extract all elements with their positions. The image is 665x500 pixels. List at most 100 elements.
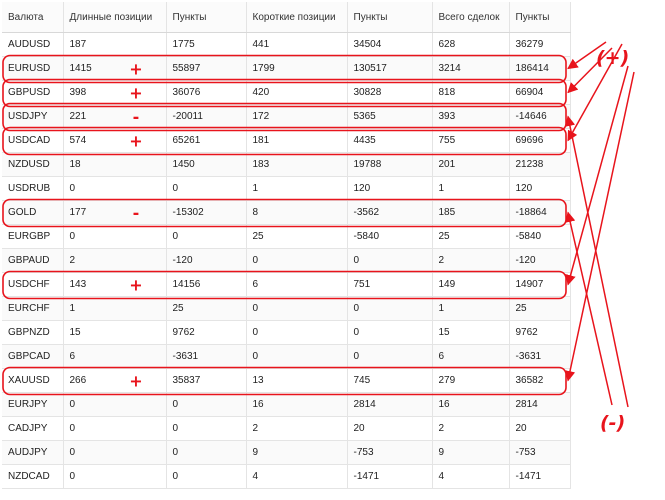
positions-table: Валюта Длинные позиции Пункты Короткие п… <box>2 2 571 489</box>
table-row[interactable]: NZDUSD 18 1450 183 19788 201 21238 <box>2 152 571 177</box>
header-short-points[interactable]: Пункты <box>347 2 433 33</box>
cell-total-trades: 25 <box>432 224 510 249</box>
cell-total-trades: 185 <box>432 200 510 225</box>
table-row[interactable]: GOLD 177 -15302 8 -3562 185 -18864 <box>2 200 571 225</box>
cell-total-points: -3631 <box>509 344 571 369</box>
cell-short-points: 30828 <box>347 80 433 105</box>
cell-short-points: -1471 <box>347 464 433 489</box>
cell-short-positions: 1799 <box>246 56 348 81</box>
table-row[interactable]: USDCHF 143 14156 6 751 149 14907 <box>2 272 571 297</box>
cell-currency: GBPAUD <box>2 248 64 273</box>
table-row[interactable]: NZDCAD 0 0 4 -1471 4 -1471 <box>2 464 571 489</box>
table-row[interactable]: EURGBP 0 0 25 -5840 25 -5840 <box>2 224 571 249</box>
cell-short-positions: 1 <box>246 176 348 201</box>
cell-long-positions: 0 <box>63 416 167 441</box>
cell-long-points: 0 <box>166 464 247 489</box>
table-row[interactable]: EURUSD 1415 55897 1799 130517 3214 186414 <box>2 56 571 81</box>
table-row[interactable]: USDJPY 221 -20011 172 5365 393 -14646 <box>2 104 571 129</box>
header-total-points[interactable]: Пункты <box>509 2 571 33</box>
cell-total-trades: 4 <box>432 464 510 489</box>
cell-long-positions: 574 <box>63 128 167 153</box>
cell-currency: GBPUSD <box>2 80 64 105</box>
table-body: AUDUSD 187 1775 441 34504 628 36279 EURUSD 1415 5… <box>2 32 571 489</box>
header-total-trades[interactable]: Всего сделок <box>432 2 510 33</box>
cell-total-trades: 6 <box>432 344 510 369</box>
cell-long-positions: 15 <box>63 320 167 345</box>
cell-long-positions: 266 <box>63 368 167 393</box>
cell-short-points: 19788 <box>347 152 433 177</box>
cell-total-points: -120 <box>509 248 571 273</box>
cell-short-positions: 0 <box>246 344 348 369</box>
cell-short-positions: 181 <box>246 128 348 153</box>
table-row[interactable]: CADJPY 0 0 2 20 2 20 <box>2 416 571 441</box>
table-row[interactable]: USDRUB 0 0 1 120 1 120 <box>2 176 571 201</box>
header-currency[interactable]: Валюта <box>2 2 64 33</box>
table-row[interactable]: AUDJPY 0 0 9 -753 9 -753 <box>2 440 571 465</box>
cell-total-points: 66904 <box>509 80 571 105</box>
cell-long-points: 9762 <box>166 320 247 345</box>
cell-total-points: 69696 <box>509 128 571 153</box>
cell-long-points: 55897 <box>166 56 247 81</box>
cell-short-points: 34504 <box>347 32 433 57</box>
cell-total-points: 36279 <box>509 32 571 57</box>
cell-currency: XAUUSD <box>2 368 64 393</box>
cell-short-positions: 8 <box>246 200 348 225</box>
cell-short-positions: 6 <box>246 272 348 297</box>
table-row[interactable]: EURJPY 0 0 16 2814 16 2814 <box>2 392 571 417</box>
cell-total-trades: 9 <box>432 440 510 465</box>
cell-long-points: 1775 <box>166 32 247 57</box>
cell-long-positions: 143 <box>63 272 167 297</box>
header-short-positions[interactable]: Короткие позиции <box>246 2 348 33</box>
cell-total-trades: 15 <box>432 320 510 345</box>
table-row[interactable]: USDCAD 574 65261 181 4435 755 69696 <box>2 128 571 153</box>
cell-total-points: 186414 <box>509 56 571 81</box>
table-row[interactable]: GBPAUD 2 -120 0 0 2 -120 <box>2 248 571 273</box>
cell-short-positions: 13 <box>246 368 348 393</box>
cell-long-points: 1450 <box>166 152 247 177</box>
header-long-points[interactable]: Пункты <box>166 2 247 33</box>
arrow-minus-usdjpy <box>564 115 629 408</box>
table-row[interactable]: GBPUSD 398 36076 420 30828 818 66904 <box>2 80 571 105</box>
cell-long-points: 0 <box>166 176 247 201</box>
cell-total-points: 14907 <box>509 272 571 297</box>
table-row[interactable]: AUDUSD 187 1775 441 34504 628 36279 <box>2 32 571 57</box>
table-row[interactable]: GBPNZD 15 9762 0 0 15 9762 <box>2 320 571 345</box>
cell-currency: USDJPY <box>2 104 64 129</box>
cell-long-points: 36076 <box>166 80 247 105</box>
cell-total-points: -5840 <box>509 224 571 249</box>
cell-long-positions: 18 <box>63 152 167 177</box>
cell-total-points: 25 <box>509 296 571 321</box>
header-long-positions[interactable]: Длинные позиции <box>63 2 167 33</box>
table-row[interactable]: GBPCAD 6 -3631 0 0 6 -3631 <box>2 344 571 369</box>
cell-total-points: 2814 <box>509 392 571 417</box>
plus-label: (+) <box>596 47 629 69</box>
cell-long-points: -15302 <box>166 200 247 225</box>
cell-total-points: 9762 <box>509 320 571 345</box>
table-header-row: Валюта Длинные позиции Пункты Короткие п… <box>2 2 571 33</box>
cell-total-points: 21238 <box>509 152 571 177</box>
cell-short-points: 0 <box>347 320 433 345</box>
cell-short-points: 130517 <box>347 56 433 81</box>
arrow-minus-gold <box>564 211 613 406</box>
cell-short-positions: 0 <box>246 296 348 321</box>
cell-short-points: 2814 <box>347 392 433 417</box>
cell-currency: GOLD <box>2 200 64 225</box>
cell-currency: EURCHF <box>2 296 64 321</box>
cell-long-points: 0 <box>166 440 247 465</box>
cell-long-positions: 0 <box>63 464 167 489</box>
cell-long-positions: 0 <box>63 224 167 249</box>
cell-short-points: 751 <box>347 272 433 297</box>
table-row[interactable]: XAUUSD 266 35837 13 745 279 36582 <box>2 368 571 393</box>
cell-total-points: -14646 <box>509 104 571 129</box>
cell-long-positions: 0 <box>63 176 167 201</box>
cell-long-points: -3631 <box>166 344 247 369</box>
cell-currency: AUDUSD <box>2 32 64 57</box>
table-row[interactable]: EURCHF 1 25 0 0 1 25 <box>2 296 571 321</box>
cell-total-trades: 818 <box>432 80 510 105</box>
cell-long-points: 14156 <box>166 272 247 297</box>
arrow-plus-xauusd <box>564 71 635 382</box>
cell-short-points: -5840 <box>347 224 433 249</box>
cell-short-positions: 420 <box>246 80 348 105</box>
cell-currency: GBPNZD <box>2 320 64 345</box>
cell-long-positions: 1415 <box>63 56 167 81</box>
